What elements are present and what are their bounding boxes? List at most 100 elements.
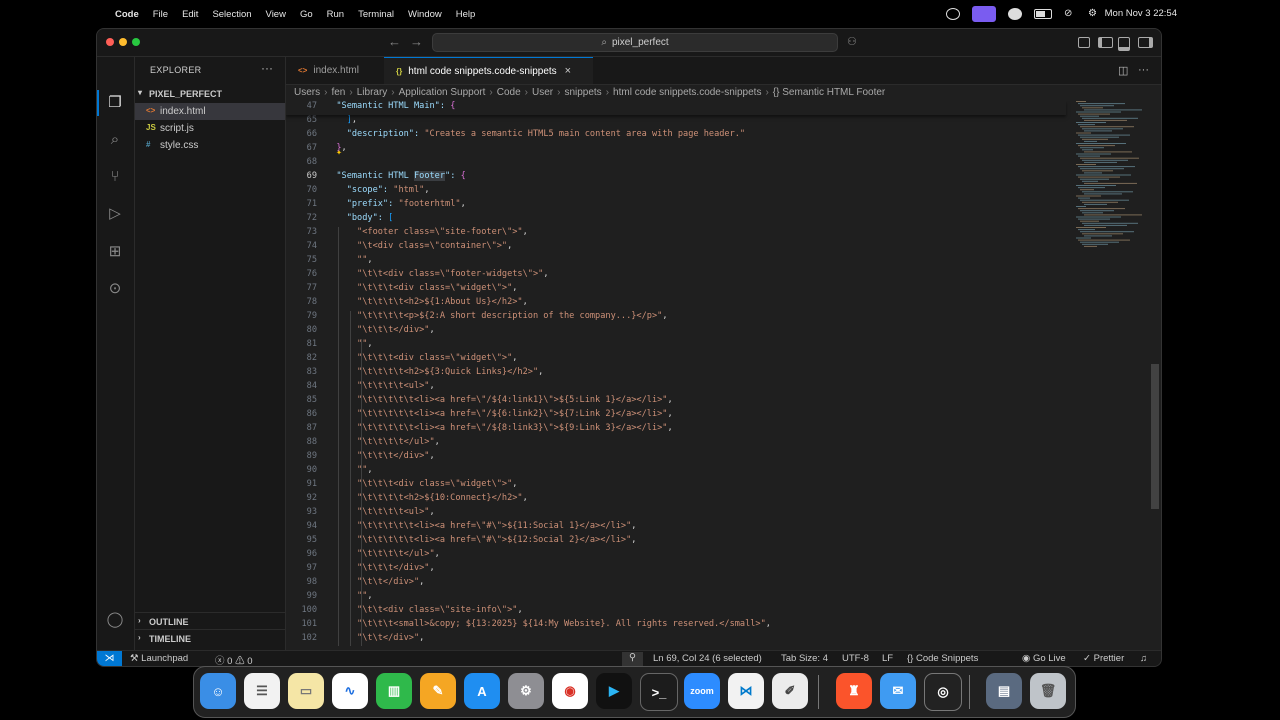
code-line[interactable]: 98 "\t\t</div>", — [286, 577, 1066, 591]
code-line[interactable]: 88 "\t\t\t\t</ul>", — [286, 437, 1066, 451]
obs-app-icon[interactable]: ◎ — [924, 673, 962, 711]
run-debug-icon[interactable]: ▷ — [106, 205, 124, 223]
more-actions-icon[interactable]: ··· — [261, 61, 273, 75]
close-window-button[interactable] — [106, 38, 114, 46]
breadcrumb-item[interactable]: User — [532, 87, 553, 98]
sticky-scroll-line[interactable]: 47 "Semantic HTML Main": { — [286, 101, 1066, 115]
battery-icon[interactable] — [1034, 9, 1052, 19]
mail-icon[interactable]: ✉ — [880, 673, 916, 709]
search-view-icon[interactable]: ⌕ — [106, 131, 124, 149]
code-line[interactable]: 89 "\t\t\t</div>", — [286, 451, 1066, 465]
launchpad-item[interactable]: ⚒ Launchpad — [130, 653, 188, 664]
code-line[interactable]: 85 "\t\t\t\t\t<li><a href=\"/${4:link1}\… — [286, 395, 1066, 409]
code-line[interactable]: 77 "\t\t\t<div class=\"widget\">", — [286, 283, 1066, 297]
terminal-icon[interactable]: >_ — [640, 673, 678, 711]
menu-help[interactable]: Help — [456, 9, 476, 20]
forward-arrow-icon[interactable]: → — [410, 34, 423, 49]
code-line[interactable]: 93 "\t\t\t\t<ul>", — [286, 507, 1066, 521]
layout-customize-icon[interactable] — [1078, 37, 1090, 48]
chrome-icon[interactable]: ◉ — [552, 673, 588, 709]
finder-icon[interactable]: ☺ — [200, 673, 236, 709]
menu-terminal[interactable]: Terminal — [358, 9, 394, 20]
toggle-primary-sidebar-icon[interactable] — [1098, 37, 1113, 48]
control-center-icon[interactable]: ⚙ — [1088, 9, 1100, 19]
code-line[interactable]: 80 "\t\t\t</div>", — [286, 325, 1066, 339]
breadcrumb-item[interactable]: Users — [294, 87, 320, 98]
apple-icon[interactable] — [93, 8, 103, 20]
code-line[interactable]: 67 }, — [286, 143, 1066, 157]
breadcrumb-item[interactable]: Application Support — [399, 87, 486, 98]
tab-index-html[interactable]: <> index.html — [286, 57, 384, 84]
menu-edit[interactable]: Edit — [182, 9, 198, 20]
brave-icon[interactable]: ♜ — [836, 673, 872, 709]
scrollbar-thumb[interactable] — [1151, 364, 1159, 509]
breadcrumb-item[interactable]: Library — [357, 87, 388, 98]
code-line[interactable]: 74 "\t<div class=\"container\">", — [286, 241, 1066, 255]
toggle-panel-icon[interactable] — [1118, 37, 1130, 51]
downloads-stack-icon[interactable]: ▤ — [986, 673, 1022, 709]
code-line[interactable]: 101 "\t\t\t<small>&copy; ${13:2025} ${14… — [286, 619, 1066, 633]
code-line[interactable]: 92 "\t\t\t\t<h2>${10:Connect}</h2>", — [286, 493, 1066, 507]
code-line[interactable]: 73 "<footer class=\"site-footer\">", — [286, 227, 1066, 241]
code-line[interactable]: 72 "body": [ — [286, 213, 1066, 227]
eol[interactable]: LF — [882, 653, 893, 664]
code-line[interactable]: 87 "\t\t\t\t\t<li><a href=\"/${8:link3}\… — [286, 423, 1066, 437]
code-line[interactable]: 66 "description": "Creates a semantic HT… — [286, 129, 1066, 143]
zoom-window-button[interactable] — [132, 38, 140, 46]
screen-mirror-icon[interactable] — [972, 6, 996, 22]
menu-selection[interactable]: Selection — [212, 9, 251, 20]
tab-code-snippets[interactable]: {} html code snippets.code-snippets × — [384, 57, 593, 84]
copilot-icon[interactable]: ⚇ — [847, 35, 857, 48]
remote-explorer-icon[interactable]: ⊙ — [106, 280, 124, 298]
menu-run[interactable]: Run — [327, 9, 344, 20]
close-tab-icon[interactable]: × — [565, 65, 571, 77]
numbers-icon[interactable]: ▥ — [376, 673, 412, 709]
freeform-icon[interactable]: ∿ — [332, 673, 368, 709]
system-settings-icon[interactable]: ⚙ — [508, 673, 544, 709]
app-store-icon[interactable]: A — [464, 673, 500, 709]
timeline-section[interactable]: › TIMELINE — [135, 629, 285, 647]
explorer-icon[interactable]: ❐ — [106, 94, 124, 112]
back-arrow-icon[interactable]: ← — [388, 34, 401, 49]
code-line[interactable]: 91 "\t\t\t<div class=\"widget\">", — [286, 479, 1066, 493]
code-line[interactable]: 70 "scope": "html", — [286, 185, 1066, 199]
vpn-icon[interactable] — [1008, 8, 1022, 20]
code-line[interactable]: 95 "\t\t\t\t\t<li><a href=\"#\">${12:Soc… — [286, 535, 1066, 549]
code-line[interactable]: 65 ], — [286, 115, 1066, 129]
problems-item[interactable]: ⓧ 0 ⚠ 0 — [215, 653, 253, 666]
sparkle-icon[interactable]: ✦ — [336, 147, 342, 158]
extensions-icon[interactable]: ⊞ — [106, 243, 124, 261]
breadcrumb-item[interactable]: html code snippets.code-snippets — [613, 87, 761, 98]
code-line[interactable]: 82 "\t\t\t<div class=\"widget\">", — [286, 353, 1066, 367]
notifications-bell-icon[interactable]: ♫ — [1140, 653, 1147, 664]
notes-icon[interactable]: ▭ — [288, 673, 324, 709]
zoom-app-icon[interactable]: zoom — [684, 673, 720, 709]
code-line[interactable]: 83 "\t\t\t\t<h2>${3:Quick Links}</h2>", — [286, 367, 1066, 381]
trash-icon[interactable]: 🗑 — [1030, 673, 1066, 709]
toggle-secondary-sidebar-icon[interactable] — [1138, 37, 1153, 48]
breadcrumb-item[interactable]: {} Semantic HTML Footer — [773, 87, 885, 98]
file-style-css[interactable]: # style.css — [135, 137, 285, 154]
folder-header[interactable]: ▾ PIXEL_PERFECT — [135, 86, 285, 103]
menu-window[interactable]: Window — [408, 9, 442, 20]
accounts-icon[interactable]: ◯ — [106, 611, 124, 629]
command-center-search[interactable]: ⌕ pixel_perfect — [432, 33, 838, 52]
code-line[interactable]: 96 "\t\t\t\t</ul>", — [286, 549, 1066, 563]
obs-icon[interactable] — [946, 8, 960, 20]
minimize-window-button[interactable] — [119, 38, 127, 46]
code-line[interactable]: 75 "", — [286, 255, 1066, 269]
breadcrumb-item[interactable]: snippets — [564, 87, 601, 98]
code-line[interactable]: 68 — [286, 157, 1066, 171]
file-index-html[interactable]: <> index.html — [135, 103, 285, 120]
code-line[interactable]: 69 "Semantic HTML Footer": { — [286, 171, 1066, 185]
code-line[interactable]: 94 "\t\t\t\t\t<li><a href=\"#\">${11:Soc… — [286, 521, 1066, 535]
file-script-js[interactable]: JS script.js — [135, 120, 285, 137]
menu-clock[interactable]: Mon Nov 3 22:54 — [1105, 8, 1177, 19]
code-line[interactable]: 78 "\t\t\t\t<h2>${1:About Us}</h2>", — [286, 297, 1066, 311]
code-line[interactable]: 79 "\t\t\t\t<p>${2:A short description o… — [286, 311, 1066, 325]
menu-file[interactable]: File — [153, 9, 168, 20]
code-editor[interactable]: 47 "Semantic HTML Main": {65 ], 66 "descr… — [286, 101, 1161, 650]
zoom-icon[interactable]: ⚲ — [622, 652, 643, 666]
code-line[interactable]: 90 "", — [286, 465, 1066, 479]
menu-app-name[interactable]: Code — [115, 9, 139, 20]
